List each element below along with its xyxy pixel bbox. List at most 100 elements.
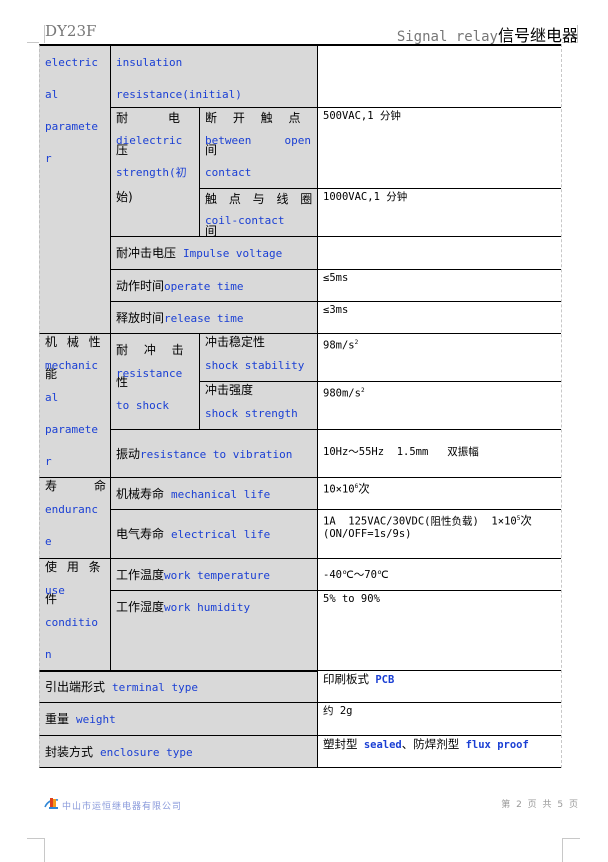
label-release-time: 释放时间release time — [111, 302, 318, 334]
label-shock: 耐 冲 击 性 resistance to shock — [111, 334, 200, 430]
label-terminal-zh: 引出端形式 — [45, 680, 106, 694]
label-insulation: insulation resistance(initial) — [111, 44, 318, 108]
value-electrical-life-line2: (ON/OFF=1s/9s) — [323, 528, 412, 540]
value-weight: 约 2g — [318, 703, 561, 736]
value-work-humidity-text: 5% to 90% — [323, 593, 380, 605]
group-use-condition-line1: use — [45, 584, 65, 597]
label-mechanical-life-zh: 机械寿命 — [116, 487, 165, 501]
value-open-contact-text: 500VAC,1 分钟 — [323, 110, 401, 122]
group-endurance: 寿 命 enduranc e — [39, 478, 111, 559]
label-electrical-life-text: 电气寿命 electrical life — [116, 518, 270, 551]
label-work-humidity-text: 工作湿度work humidity — [116, 591, 250, 624]
group-use-condition: 使 用 条 件 use conditio n — [39, 559, 111, 671]
label-enclosure-en: enclosure type — [99, 746, 193, 759]
label-insulation-line1: insulation — [116, 56, 183, 69]
label-shock-en1: resistance — [116, 367, 183, 380]
group-electrical: electric al paramete r — [39, 44, 111, 334]
value-shock-stability-num: 98m/s — [323, 339, 355, 352]
label-impulse: 耐冲击电压 Impulse voltage — [111, 237, 318, 270]
value-release-time-text: ≤3ms — [323, 304, 349, 316]
value-enclosure-en2: flux proof — [465, 739, 529, 751]
label-vibration-en: resistance to vibration — [140, 448, 293, 461]
value-mechanical-life: 10×106次 — [318, 478, 561, 510]
label-vibration: 振动resistance to vibration — [111, 430, 318, 478]
value-terminal-zh: 印刷板式 — [323, 672, 369, 686]
label-open-contact: 断 开 触 点 间 between open contact — [200, 108, 318, 189]
label-release-zh: 释放时间 — [116, 311, 165, 325]
value-shock-stability-text: 98m/s2 — [323, 334, 358, 355]
value-work-humidity: 5% to 90% — [318, 591, 561, 671]
label-work-humidity-zh: 工作湿度 — [116, 600, 165, 614]
value-coil-contact: 1000VAC,1 分钟 — [318, 189, 561, 237]
right-margin-guide — [561, 44, 562, 768]
label-shock-strength: 冲击强度 shock strength — [200, 382, 318, 430]
label-insulation-line2: resistance(initial) — [116, 88, 242, 101]
label-shock-stability: 冲击稳定性 shock stability — [200, 334, 318, 382]
group-use-condition-line3: n — [45, 648, 52, 661]
label-work-temperature-text: 工作温度work temperature — [116, 559, 270, 590]
label-mechanical-life: 机械寿命 mechanical life — [111, 478, 318, 510]
header-model: DY23F — [45, 22, 97, 40]
value-shock-strength-text: 980m/s2 — [323, 382, 365, 403]
value-shock-stability: 98m/s2 — [318, 334, 561, 382]
crop-mark-bottom-right-h — [562, 838, 580, 839]
value-vibration: 10Hz～55Hz 1.5mm 双振幅 — [318, 430, 561, 478]
label-vibration-text: 振动resistance to vibration — [116, 438, 292, 471]
value-work-temperature-text: -40℃～70℃ — [323, 569, 389, 581]
label-weight-zh: 重量 — [45, 712, 70, 726]
crop-mark-bottom-left-h — [27, 838, 45, 839]
group-mechanical-line2: al — [45, 391, 59, 404]
value-insulation — [318, 44, 561, 108]
label-impulse-text: 耐冲击电压 Impulse voltage — [116, 237, 283, 269]
group-mechanical-line3: paramete — [45, 423, 98, 436]
value-operate-time: ≤5ms — [318, 270, 561, 302]
value-release-time: ≤3ms — [318, 302, 561, 334]
value-enclosure-en1: sealed — [363, 739, 402, 751]
label-mechanical-life-en: mechanical life — [170, 488, 271, 501]
value-enclosure-sep: 、 — [401, 737, 414, 751]
spec-table: electric al paramete r insulation resist… — [39, 44, 561, 768]
label-operate-zh: 动作时间 — [116, 279, 165, 293]
label-coil-contact: 触 点 与 线 圈 间 coil-contact — [200, 189, 318, 237]
label-open-contact-en3: contact — [205, 166, 252, 179]
group-electrical-line3: paramete — [45, 120, 98, 133]
label-weight: 重量 weight — [39, 703, 318, 736]
value-shock-strength: 980m/s2 — [318, 382, 561, 430]
label-weight-en: weight — [75, 713, 116, 726]
value-enclosure-type: 塑封型 sealed、防焊剂型 flux proof — [318, 736, 561, 768]
group-endurance-line1: enduranc — [45, 503, 98, 516]
label-coil-contact-en: coil-contact — [205, 214, 285, 227]
label-mechanical-life-text: 机械寿命 mechanical life — [116, 478, 271, 509]
value-impulse — [318, 237, 561, 270]
label-work-humidity: 工作湿度work humidity — [111, 591, 318, 671]
value-open-contact: 500VAC,1 分钟 — [318, 108, 561, 189]
value-coil-contact-text: 1000VAC,1 分钟 — [323, 191, 408, 203]
label-vibration-zh: 振动 — [116, 447, 141, 461]
label-impulse-en: Impulse voltage — [182, 247, 283, 260]
company-logo-icon — [44, 798, 59, 809]
label-dielectric: 耐 电 压 dielectric strength(初 始) — [111, 108, 200, 237]
value-shock-strength-num: 980m/s — [323, 387, 361, 400]
value-terminal-type: 印刷板式 PCB — [318, 671, 561, 703]
label-weight-text: 重量 weight — [45, 703, 116, 735]
label-shock-stability-en: shock stability — [205, 359, 305, 372]
label-open-contact-en2: open — [284, 134, 312, 147]
value-operate-time-text: ≤5ms — [323, 272, 349, 284]
label-operate-time-text: 动作时间operate time — [116, 270, 244, 301]
value-vibration-text: 10Hz～55Hz 1.5mm 双振幅 — [323, 446, 479, 458]
group-endurance-line2: e — [45, 535, 52, 548]
footer-page-number: 第 2 页 共 5 页 — [501, 800, 578, 810]
value-enclosure-type-text: 塑封型 sealed、防焊剂型 flux proof — [323, 736, 529, 754]
label-terminal-type-text: 引出端形式 terminal type — [45, 672, 198, 702]
value-mechanical-life-pre: 10×10 — [323, 483, 355, 496]
label-dielectric-en3: 始) — [116, 190, 133, 204]
value-enclosure-zh2: 防焊剂型 — [413, 737, 460, 751]
group-electrical-line2: al — [45, 88, 59, 101]
label-dielectric-en1: dielectric — [116, 134, 183, 147]
group-mechanical-line1: mechanic — [45, 359, 98, 372]
value-electrical-life-post: 次 — [520, 513, 532, 528]
value-electrical-life: 1A 125VAC/30VDC(阻性负载) 1×105次 (ON/OFF=1s/… — [318, 510, 561, 559]
label-enclosure-zh: 封装方式 — [45, 745, 94, 759]
label-release-time-text: 释放时间release time — [116, 302, 244, 333]
crop-mark-top-left-h — [27, 42, 39, 43]
